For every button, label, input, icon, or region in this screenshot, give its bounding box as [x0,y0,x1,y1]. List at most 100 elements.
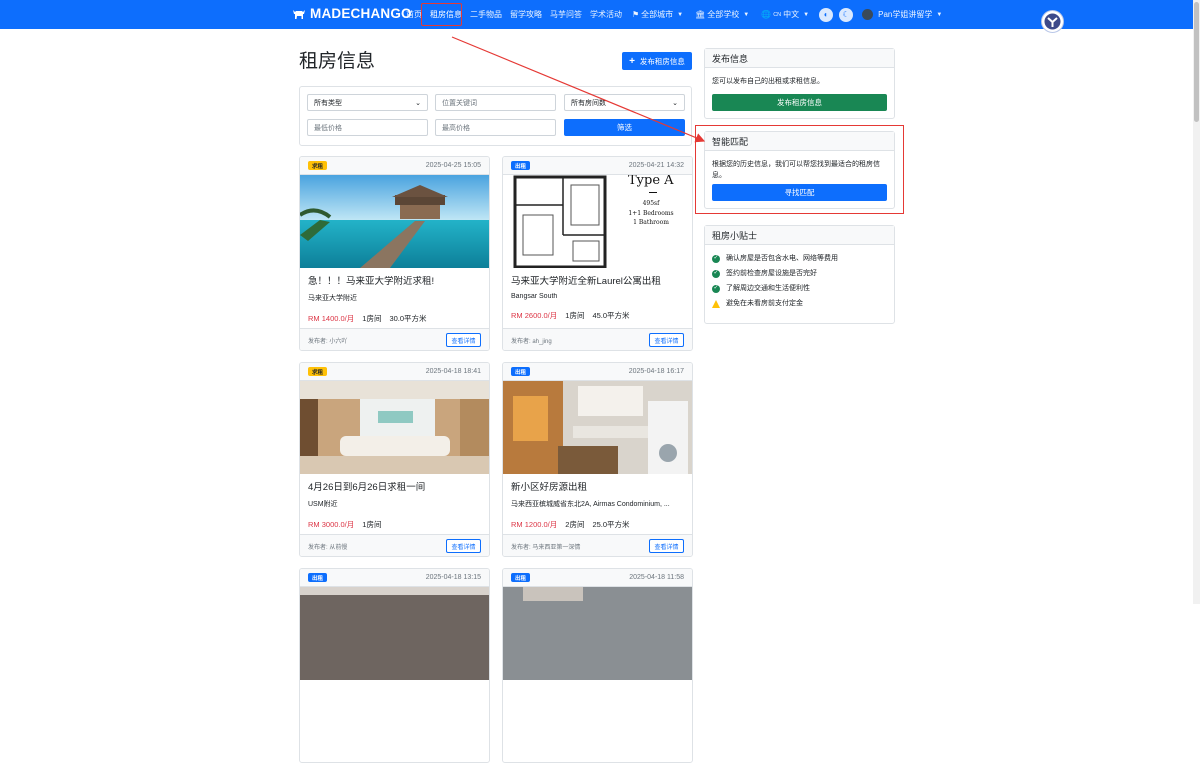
listing-title[interactable]: 新小区好房源出租 [511,482,684,494]
type-select[interactable]: 所有类型 ⌄ [307,94,428,111]
listing-title[interactable]: 马来亚大学附近全新Laurel公寓出租 [511,276,684,288]
brand-name: MADECHANGO [310,6,412,21]
listing-header: 出租 2025-04-18 11:58 [503,569,692,587]
listing-card[interactable]: 出租 2025-04-18 16:17 新小区好房源出租 马来西亚槟城威省东北2… [502,362,693,557]
nav-study-guide[interactable]: 留学攻略 [506,9,546,20]
chevron-down-icon: ▼ [743,11,750,18]
listing-footer: 发布者: 马来西亚第一深情 查看详情 [503,534,692,556]
avatar [862,9,874,20]
check-circle-icon: ✓ [712,269,720,278]
plus-icon: + [629,55,635,67]
theme-toggle-icon[interactable]: ◐ [819,7,834,22]
check-circle-icon: ✓ [712,254,720,263]
listing-meta: RM 1400.0/月 1房间 30.0平方米 [308,313,481,324]
min-price-input[interactable]: 最低价格 [307,119,428,136]
listing-card[interactable]: 出租 2025-04-18 13:15 [299,568,490,763]
check-circle-icon: ✓ [712,284,720,293]
user-dropdown[interactable]: Pan学姐讲留学 ▼ [858,9,946,20]
page-scrollbar[interactable] [1193,0,1200,604]
dark-mode-icon[interactable]: ☾ [839,7,854,22]
listing-meta: RM 2600.0/月 1房间 45.0平方米 [511,310,684,321]
tip-text: 避免在未看房前支付定金 [726,300,803,307]
page-title: 租房信息 [299,51,376,72]
view-details-button[interactable]: 查看详情 [446,333,481,347]
rooms-select[interactable]: 所有房间数 ⌄ [564,94,685,111]
listing-type-badge: 出租 [511,367,531,376]
listing-area: 45.0平方米 [592,311,630,320]
listing-footer: 发布者: 小六吖 查看详情 [300,328,489,350]
listing-rooms: 1房间 [362,314,382,323]
plan-divider [649,192,657,193]
annotation-box-nav [421,3,462,26]
tip-item: 避免在未看房前支付定金 [712,296,887,311]
listing-card[interactable]: 出租 2025-04-18 11:58 [502,568,693,763]
listing-location: 马来亚大学附近 [308,295,357,302]
listing-date: 2025-04-18 16:17 [628,368,684,375]
floor-plan-image: Type A 495sf 1+1 Bedrooms 1 Bathroom [503,175,692,268]
max-price-placeholder: 最高价格 [442,124,470,132]
listing-image[interactable] [300,381,489,474]
listing-card[interactable]: 出租 2025-04-21 14:32 Type A 495sf 1+1 Bed… [502,156,693,351]
scrollbar-thumb[interactable] [1194,2,1199,122]
nav-qa[interactable]: 马芋问答 [546,9,586,20]
chevron-down-icon: ▼ [803,11,810,18]
listing-header: 求租 2025-04-25 15:05 [300,157,489,175]
listing-poster: 发布者: ah_jing [511,339,552,345]
plan-title: Type A [628,175,674,188]
listing-poster: 发布者: 从前慢 [308,545,348,551]
brand-logo[interactable]: MADECHANGO [292,6,412,21]
listing-price: RM 3000.0/月 [308,520,355,529]
listing-title[interactable]: 急！！！马来亚大学附近求租! [308,276,481,288]
chevron-down-icon: ▼ [677,11,684,18]
school-dropdown[interactable]: 🏛 全部学校 ▼ [691,9,753,20]
school-icon: 🏛 [695,10,706,19]
listing-image[interactable] [300,587,489,680]
listing-header: 求租 2025-04-18 18:41 [300,363,489,381]
publish-info-text: 您可以发布自己的出租或求租信息。 [712,78,824,85]
city-label: 全部城市 [641,10,674,19]
listing-footer: 发布者: ah_jing 查看详情 [503,328,692,350]
sidebar-publish-button[interactable]: 发布租房信息 [712,94,887,111]
nav-secondhand[interactable]: 二手物品 [466,9,506,20]
listing-card[interactable]: 求租 2025-04-25 15:05 急！！！马来亚大学附近求租! 马来亚大学… [299,156,490,351]
listing-date: 2025-04-18 18:41 [425,368,481,375]
publish-rental-button[interactable]: + 发布租房信息 [622,52,692,70]
language-dropdown[interactable]: 🌐 CN 中文 ▼ [757,9,813,20]
view-details-button[interactable]: 查看详情 [649,333,684,347]
annotation-box-match [695,125,904,214]
publish-rental-label: 发布租房信息 [639,56,685,66]
min-price-placeholder: 最低价格 [314,124,342,132]
listing-date: 2025-04-18 13:15 [425,574,481,581]
type-select-value: 所有类型 [314,99,342,107]
lang-label: 中文 [783,10,800,19]
listing-location: USM附近 [308,501,338,508]
filter-submit-button[interactable]: 筛选 [564,119,685,136]
city-dropdown[interactable]: ⚑ 全部城市 ▼ [628,9,687,20]
listing-card[interactable]: 求租 2025-04-18 18:41 4月26日到6月26日求租一间 USM附… [299,362,490,557]
listing-type-badge: 出租 [511,161,531,170]
listing-location: Bangsar South [511,293,558,300]
listing-image[interactable] [503,587,692,680]
listing-poster: 发布者: 小六吖 [308,339,348,345]
nav-events[interactable]: 学术活动 [586,9,626,20]
listing-poster: 发布者: 马来西亚第一深情 [511,545,581,551]
listing-image[interactable] [300,175,489,268]
rooms-select-value: 所有房间数 [571,99,606,107]
listing-title[interactable]: 4月26日到6月26日求租一间 [308,482,481,494]
tip-item: ✓ 确认房屋是否包含水电、网络等费用 [712,251,887,266]
keyword-input[interactable]: 位置关键词 [435,94,556,111]
chevron-down-icon: ▼ [936,11,943,18]
tip-item: ✓ 了解周边交通和生活便利性 [712,281,887,296]
listing-meta: RM 3000.0/月 1房间 [308,519,481,530]
plan-bathroom: 1 Bathroom [633,219,669,226]
listing-image[interactable] [503,381,692,474]
view-details-button[interactable]: 查看详情 [649,539,684,553]
listing-price: RM 2600.0/月 [511,311,558,320]
extension-logo-icon[interactable] [1041,10,1064,33]
nav-links: 首页 租房信息 二手物品 留学攻略 马芋问答 学术活动 ⚑ 全部城市 ▼ 🏛 全… [402,0,946,29]
lang-code: CN [773,11,782,18]
max-price-input[interactable]: 最高价格 [435,119,556,136]
listing-type-badge: 出租 [511,573,531,582]
plan-area: 495sf [642,200,660,207]
view-details-button[interactable]: 查看详情 [446,539,481,553]
